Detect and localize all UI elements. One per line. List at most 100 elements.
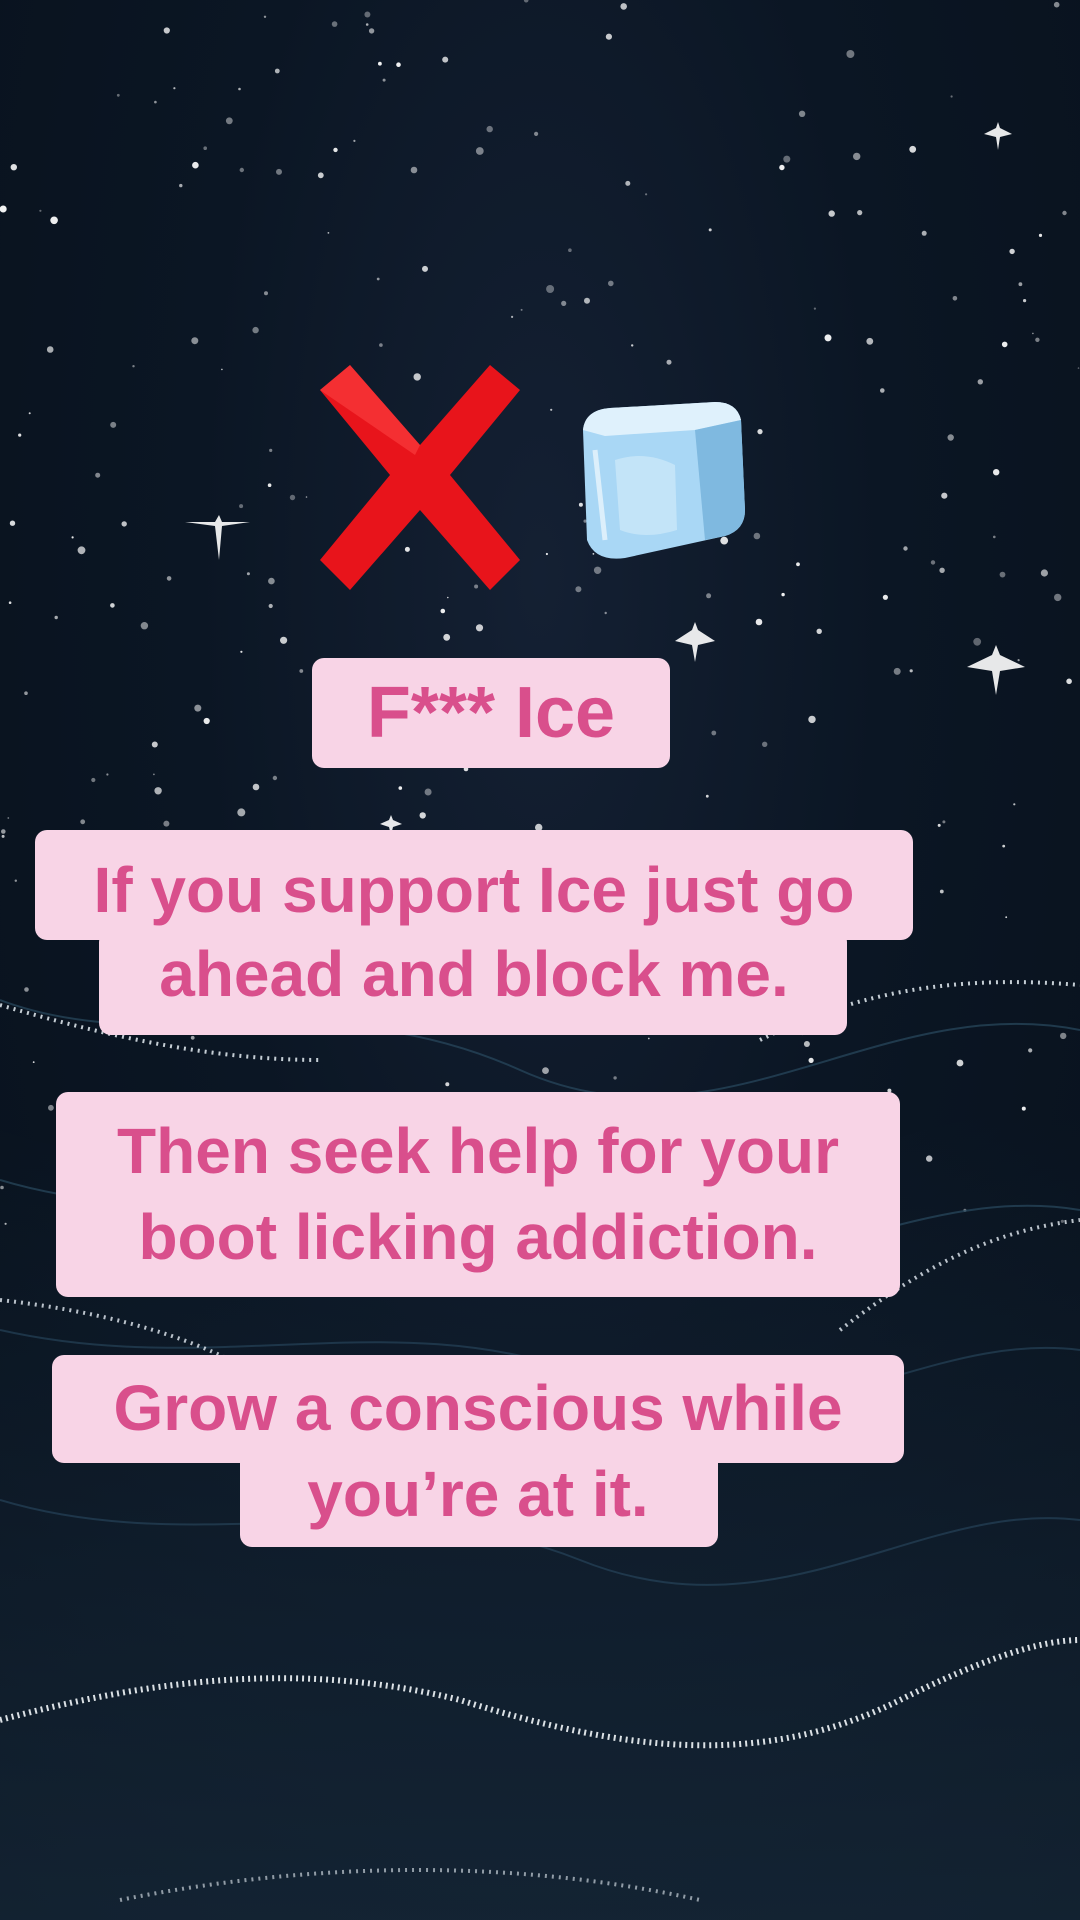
- star-dot: [993, 535, 996, 539]
- caption-line: Then seek help for your: [117, 1115, 839, 1187]
- star-dot: [110, 421, 117, 428]
- star-dot: [173, 87, 176, 90]
- star-dot: [237, 808, 246, 817]
- star-dot: [289, 494, 296, 501]
- star-dot: [816, 628, 822, 634]
- star-dot: [796, 562, 800, 567]
- star-dot: [1028, 1048, 1033, 1053]
- star-dot: [909, 669, 913, 673]
- star-dot: [903, 546, 908, 551]
- star-dot: [762, 741, 768, 747]
- star-dot: [10, 164, 17, 171]
- star-dot: [368, 28, 375, 34]
- star-dot: [1060, 1032, 1067, 1040]
- star-dot: [993, 469, 1000, 476]
- star-dot: [604, 611, 607, 615]
- star-dot: [263, 15, 267, 18]
- star-dot: [365, 23, 369, 26]
- caption-line: Grow a conscious while: [113, 1372, 843, 1444]
- star-dot: [755, 618, 763, 626]
- star-dot: [866, 337, 874, 345]
- star-dot: [419, 812, 426, 819]
- star-dot: [246, 572, 250, 576]
- star-dot: [203, 146, 207, 150]
- star-dot: [803, 1041, 810, 1047]
- star-dot: [191, 337, 199, 345]
- star-dot: [192, 161, 199, 169]
- star-dot: [846, 50, 855, 58]
- star-dot: [203, 717, 210, 725]
- star-dot: [398, 786, 403, 790]
- star-dot: [647, 1037, 650, 1040]
- star-dot: [708, 228, 712, 232]
- caption-block-1: If you support Ice just go ahead and blo…: [35, 830, 913, 1035]
- stars: [0, 0, 1080, 1244]
- star-dot: [153, 773, 155, 776]
- star-dot: [605, 33, 613, 40]
- star-dot: [264, 291, 268, 296]
- star-dot: [1054, 593, 1062, 602]
- star-dot: [299, 669, 304, 673]
- star-dot: [121, 521, 127, 527]
- star-dot: [46, 346, 54, 353]
- star-dot: [1062, 210, 1067, 216]
- star-dot: [331, 21, 338, 27]
- star-dot: [1040, 569, 1048, 577]
- star-dot: [163, 27, 170, 34]
- caption-block-2: Then seek help for your boot licking add…: [56, 1092, 900, 1297]
- star-dot: [442, 56, 449, 63]
- star-dot: [1001, 341, 1008, 348]
- star-dot: [1013, 803, 1016, 806]
- star-dot: [534, 131, 539, 136]
- star-dot: [921, 230, 927, 236]
- star-dot: [950, 95, 953, 98]
- star-dot: [424, 788, 432, 796]
- emoji-row: [300, 355, 760, 605]
- star-dot: [24, 987, 29, 992]
- star-dot: [14, 879, 17, 882]
- star-dot: [163, 820, 170, 827]
- caption-line: ahead and block me.: [159, 938, 789, 1010]
- star-dot: [333, 147, 338, 153]
- star-dot: [475, 147, 484, 155]
- star-dot: [808, 1057, 814, 1063]
- star-dot: [568, 248, 572, 252]
- star-dot: [542, 1067, 549, 1074]
- star-dot: [48, 1104, 54, 1111]
- star-dot: [140, 622, 149, 630]
- star-dot: [645, 193, 648, 196]
- star-dot: [445, 1082, 450, 1087]
- star-dot: [941, 492, 948, 499]
- star-dot: [1009, 248, 1015, 255]
- star-dot: [166, 576, 172, 581]
- star-dot: [154, 100, 157, 104]
- star-dot: [221, 368, 223, 371]
- star-dot: [440, 608, 446, 614]
- star-dot: [194, 704, 202, 712]
- star-dot: [813, 307, 817, 310]
- star-dot: [28, 412, 31, 415]
- star-dot: [561, 300, 567, 306]
- star-dot: [378, 61, 382, 66]
- star-dot: [364, 11, 371, 18]
- star-dot: [939, 889, 944, 894]
- star-dot: [32, 1061, 35, 1063]
- star-dot: [280, 636, 288, 644]
- caption-line: If you support Ice just go: [93, 854, 855, 926]
- star-dot: [584, 297, 590, 304]
- star-dot: [1038, 233, 1043, 237]
- star-dot: [443, 633, 451, 641]
- star-dot: [956, 1059, 964, 1067]
- star-dot: [106, 773, 109, 776]
- star-dot: [1035, 337, 1040, 342]
- star-dot: [1, 834, 5, 838]
- star-dot: [828, 210, 835, 217]
- star-dot: [24, 691, 28, 695]
- star-dot: [711, 730, 717, 736]
- star-dot: [179, 183, 183, 188]
- caption-line: you’re at it.: [307, 1458, 649, 1530]
- star-dot: [50, 216, 58, 225]
- star-dot: [9, 520, 16, 526]
- star-dot: [625, 180, 631, 186]
- star-dot: [39, 209, 42, 212]
